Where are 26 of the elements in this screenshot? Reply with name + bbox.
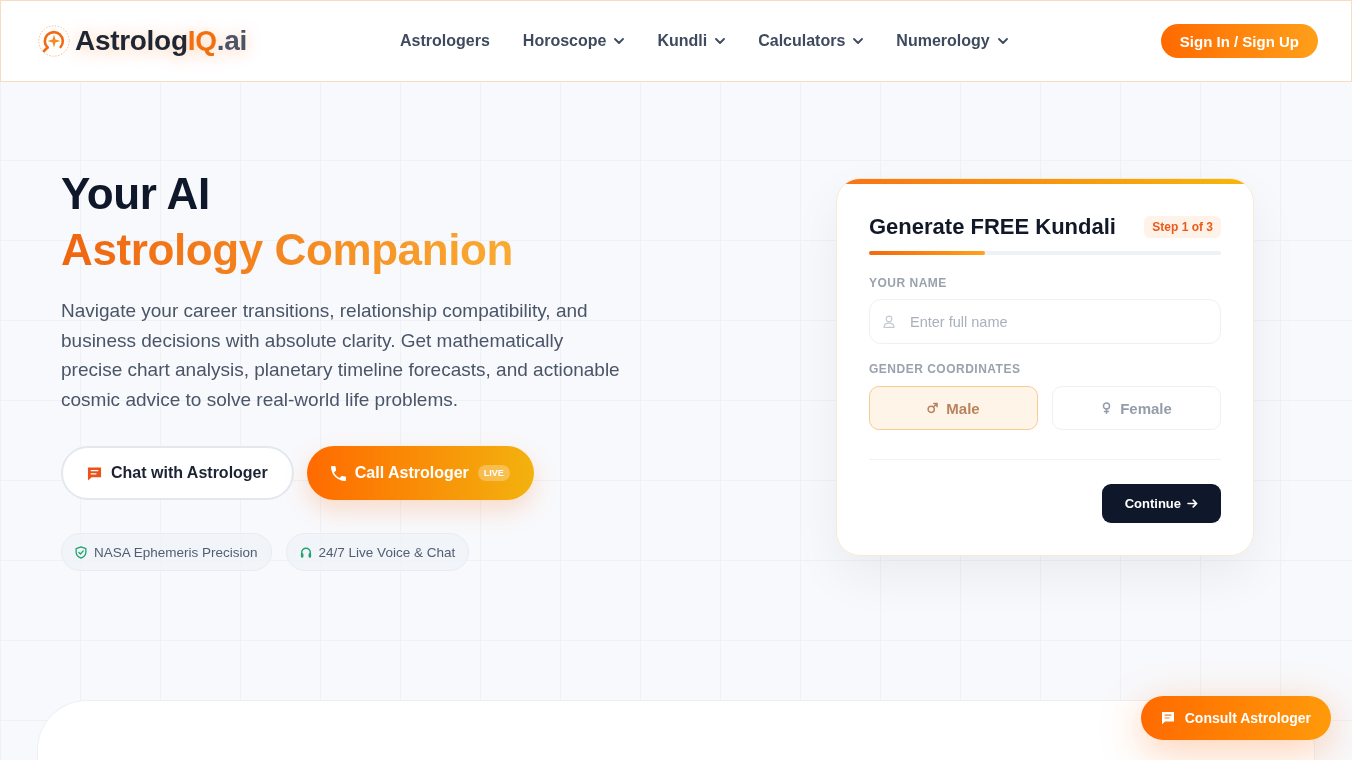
logo-link[interactable]: AstrologIQ.ai <box>38 25 247 57</box>
nav-menu-link[interactable]: Kundli <box>657 32 726 50</box>
continue-button[interactable]: Continue <box>1101 484 1221 523</box>
feature-label: 24/7 Live Voice & Chat <box>318 544 456 560</box>
headset-icon <box>299 545 312 559</box>
chat-icon <box>87 465 102 481</box>
nav-menu-link[interactable]: Calculators <box>758 32 864 50</box>
chat-button[interactable]: Chat with Astrologer <box>61 446 294 500</box>
message-icon <box>1160 711 1175 725</box>
nav-menu-link[interactable]: Horoscope <box>522 32 625 50</box>
form-title: Generate FREE Kundali <box>869 214 1116 240</box>
female-symbol-icon <box>1101 402 1113 414</box>
feature-label: NASA Ephemeris Precision <box>94 544 258 560</box>
nav-menu-link[interactable]: Numerology <box>896 32 1008 50</box>
arrow-right-icon <box>1187 499 1198 508</box>
field-label: YOUR NAME <box>869 275 948 291</box>
step-indicator: Step 1 of 3 <box>1144 216 1221 238</box>
hero-description: Navigate your career transitions, relationship compatibility, and business decisions with absolute clarity. Get mathematically precise chart analysis, planetary timeline forecasts, and actionable cosmic advice to solve real-world life problems. <box>61 299 621 412</box>
name-input-field[interactable]: Enter full name <box>869 299 1221 344</box>
phone-icon <box>330 465 346 481</box>
shield-check-icon <box>75 545 87 559</box>
male-symbol-icon <box>927 402 939 414</box>
nav-link[interactable]: Astrologers <box>400 32 490 50</box>
field-label: GENDER COORDINATES <box>869 361 1022 377</box>
user-icon <box>883 315 895 328</box>
live-badge: LIVE <box>477 465 510 481</box>
